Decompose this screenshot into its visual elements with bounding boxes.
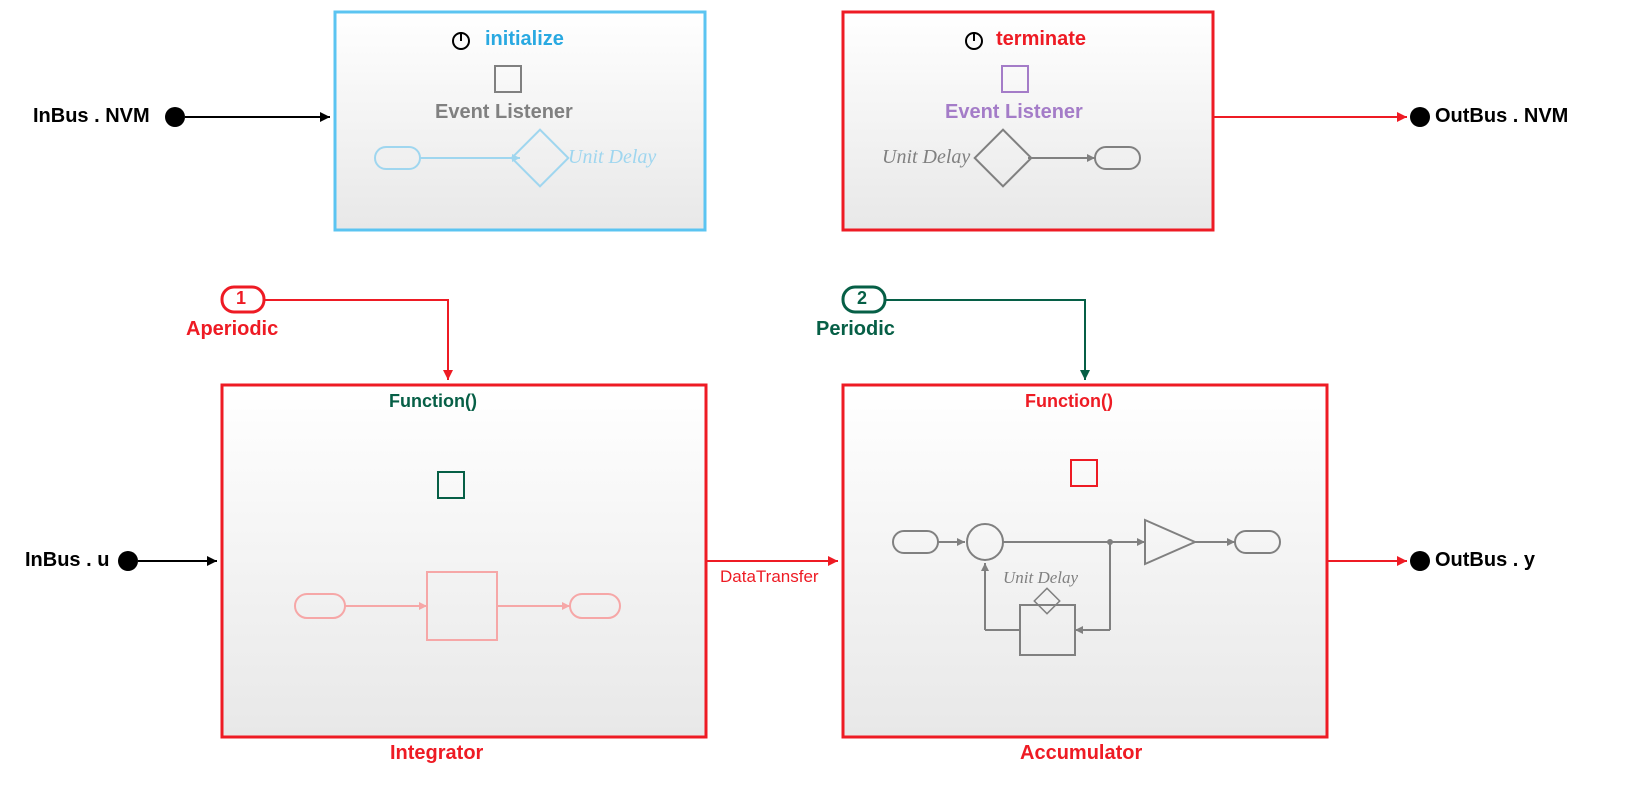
periodic-label: Periodic (816, 318, 895, 341)
initialize-unit-delay: Unit Delay (568, 146, 656, 169)
integrator-function: Function() (389, 391, 477, 412)
outbus-nvm-port[interactable] (1410, 107, 1430, 127)
inbus-nvm-label: InBus . NVM (33, 105, 150, 128)
outbus-y-label: OutBus . y (1435, 549, 1535, 572)
initialize-title: initialize (485, 28, 564, 51)
accumulator-unit-delay: Unit Delay (1003, 568, 1078, 588)
aperiodic-label: Aperiodic (186, 318, 278, 341)
periodic-port-number: 2 (857, 288, 867, 309)
inbus-nvm-port[interactable] (165, 107, 185, 127)
integrator-name: Integrator (390, 742, 483, 765)
accumulator-name: Accumulator (1020, 742, 1142, 765)
accumulator-function: Function() (1025, 391, 1113, 412)
inbus-u-port[interactable] (118, 551, 138, 571)
integrator-block[interactable] (222, 385, 706, 737)
signal-periodic (885, 300, 1085, 380)
terminate-event-listener: Event Listener (945, 101, 1083, 124)
inbus-u-label: InBus . u (25, 549, 109, 572)
signal-aperiodic (264, 300, 448, 380)
terminate-title: terminate (996, 28, 1086, 51)
terminate-unit-delay: Unit Delay (882, 146, 970, 169)
data-transfer-label: DataTransfer (720, 567, 819, 587)
diagram-canvas (0, 0, 1635, 797)
accumulator-block[interactable] (843, 385, 1327, 737)
outbus-y-port[interactable] (1410, 551, 1430, 571)
initialize-event-listener: Event Listener (435, 101, 573, 124)
aperiodic-port-number: 1 (236, 288, 246, 309)
outbus-nvm-label: OutBus . NVM (1435, 105, 1568, 128)
